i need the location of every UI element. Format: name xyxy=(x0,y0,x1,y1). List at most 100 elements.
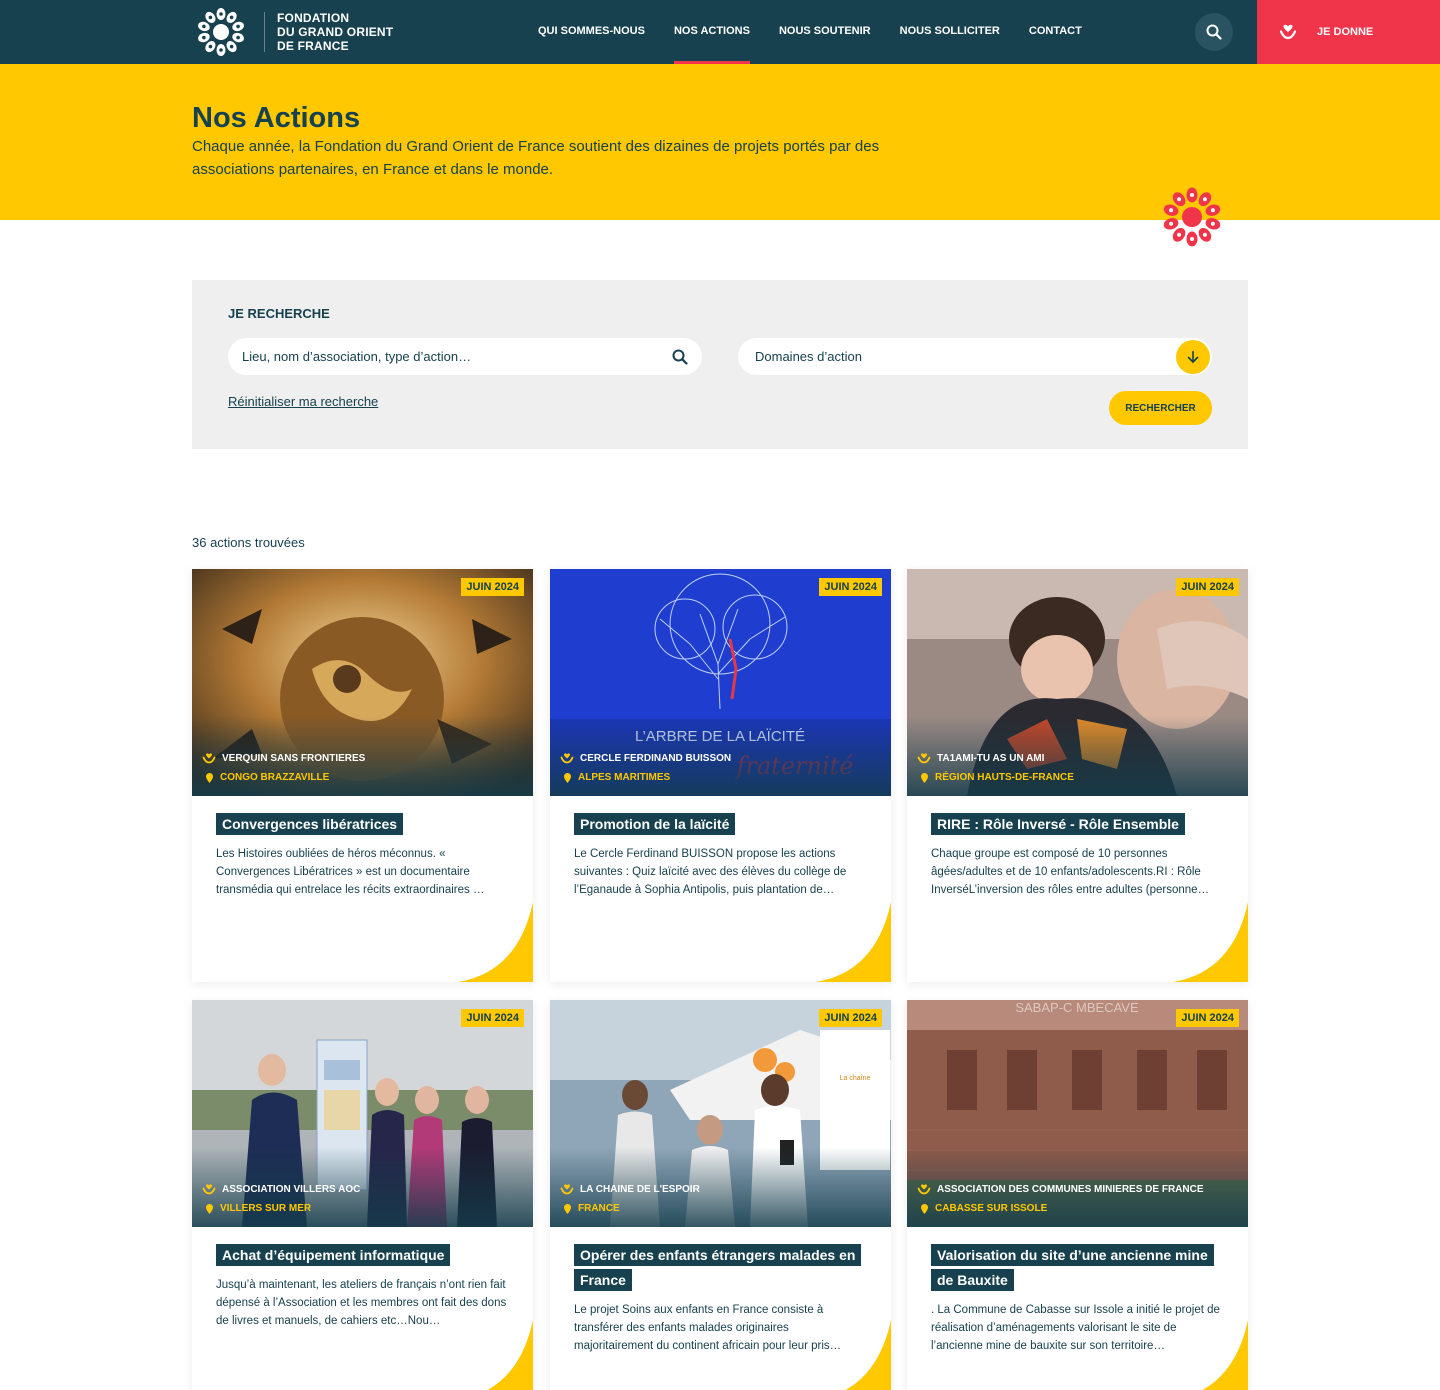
search-field xyxy=(228,338,702,375)
card-association: TA1AMI-TU AS UN AMI xyxy=(917,752,1044,764)
page-intro: Chaque année, la Fondation du Grand Orie… xyxy=(192,138,880,178)
domains-select[interactable]: Domaines d’action xyxy=(738,338,1212,375)
card-image: La chaîne JUIN 2024 LA CHAINE DE L'ESPOI… xyxy=(550,1000,891,1227)
card-location-name: CABASSE SUR ISSOLE xyxy=(935,1203,1048,1214)
card-title[interactable]: RIRE : Rôle Inversé - Rôle Ensemble xyxy=(931,813,1185,835)
card-location: FRANCE xyxy=(564,1203,620,1214)
card-excerpt: Le Cercle Ferdinand BUISSON propose les … xyxy=(574,848,847,896)
search-panel: JE RECHERCHE Domaines d’action Réinitial… xyxy=(192,280,1248,449)
action-card[interactable]: JUIN 2024 VERQUIN SANS FRONTIERES CONGO … xyxy=(192,569,533,982)
arrow-down-icon[interactable] xyxy=(1176,339,1210,374)
card-association-name: ASSOCIATION DES COMMUNES MINIERES DE FRA… xyxy=(937,1183,1204,1195)
card-association: ASSOCIATION DES COMMUNES MINIERES DE FRA… xyxy=(917,1183,1204,1195)
search-input[interactable] xyxy=(242,349,672,364)
card-body: Promotion de la laïcité Le Cercle Ferdin… xyxy=(550,796,891,899)
action-card[interactable]: SABAP-C MBECAVE JUIN 2024 ASSOCIATION DE… xyxy=(907,1000,1248,1390)
card-location: VILLERS SUR MER xyxy=(206,1203,311,1214)
card-association-name: ASSOCIATION VILLERS AOC xyxy=(222,1183,361,1195)
card-corner-decoration xyxy=(845,1320,891,1390)
card-title[interactable]: Valorisation du site d’une ancienne mine… xyxy=(931,1244,1214,1291)
search-panel-title: JE RECHERCHE xyxy=(228,306,330,321)
card-corner-decoration xyxy=(487,1320,533,1390)
nav-item-nous-soutenir[interactable]: NOUS SOUTENIR xyxy=(779,0,871,64)
card-corner-decoration xyxy=(458,902,533,982)
card-association: LA CHAINE DE L'ESPOIR xyxy=(560,1183,700,1195)
main-nav: QUI SOMMES-NOUS NOS ACTIONS NOUS SOUTENI… xyxy=(538,0,1111,64)
logo-divider xyxy=(264,12,265,52)
card-association-name: CERCLE FERDINAND BUISSON xyxy=(580,752,732,764)
map-pin-icon xyxy=(564,1203,571,1214)
card-excerpt: Chaque groupe est composé de 10 personne… xyxy=(931,848,1210,896)
card-title[interactable]: Achat d’équipement informatique xyxy=(216,1244,451,1266)
card-title[interactable]: Opérer des enfants étrangers malades en … xyxy=(574,1244,862,1291)
search-icon[interactable] xyxy=(672,349,688,365)
card-title[interactable]: Promotion de la laïcité xyxy=(574,813,736,835)
action-card[interactable]: La chaîne JUIN 2024 LA CHAINE DE L'ESPOI… xyxy=(550,1000,891,1390)
heart-hand-icon xyxy=(917,1184,931,1195)
map-pin-icon xyxy=(206,772,213,783)
card-corner-decoration xyxy=(1202,1320,1248,1390)
header-search-button[interactable] xyxy=(1195,13,1233,51)
logo-line: DE FRANCE xyxy=(277,39,349,53)
map-pin-icon xyxy=(564,772,571,783)
card-excerpt: Les Histoires oubliées de héros méconnus… xyxy=(216,848,485,896)
reset-search-link[interactable]: Réinitialiser ma recherche xyxy=(228,394,378,409)
card-location-name: FRANCE xyxy=(578,1203,620,1214)
logo-text: FONDATION DU GRAND ORIENT DE FRANCE xyxy=(277,11,407,53)
date-badge: JUIN 2024 xyxy=(461,1009,524,1027)
donate-button[interactable]: JE DONNE xyxy=(1257,0,1440,64)
card-association: VERQUIN SANS FRONTIERES xyxy=(202,752,365,764)
results-count: 36 actions trouvées xyxy=(192,535,305,550)
card-image: JUIN 2024 TA1AMI-TU AS UN AMI RÉGION HAU… xyxy=(907,569,1248,796)
card-image: JUIN 2024 ASSOCIATION VILLERS AOC VILLER… xyxy=(192,1000,533,1227)
action-card[interactable]: L’ARBRE DE LA LAÏCITÉ fraternité JUIN 20… xyxy=(550,569,891,982)
card-location: CABASSE SUR ISSOLE xyxy=(921,1203,1047,1214)
card-image: L’ARBRE DE LA LAÏCITÉ fraternité JUIN 20… xyxy=(550,569,891,796)
site-logo[interactable]: FONDATION DU GRAND ORIENT DE FRANCE xyxy=(192,4,407,60)
logo-line: DU GRAND ORIENT xyxy=(277,25,394,39)
heart-hand-icon xyxy=(202,1184,216,1195)
card-corner-decoration xyxy=(1173,902,1248,982)
card-association-name: LA CHAINE DE L'ESPOIR xyxy=(580,1183,700,1195)
logo-line: FONDATION xyxy=(277,11,350,25)
nav-item-contact[interactable]: CONTACT xyxy=(1029,0,1082,64)
date-badge: JUIN 2024 xyxy=(819,578,882,596)
card-location: ALPES MARITIMES xyxy=(564,772,670,783)
card-association: ASSOCIATION VILLERS AOC xyxy=(202,1183,360,1195)
heart-hand-icon xyxy=(560,753,574,764)
nav-item-nous-solliciter[interactable]: NOUS SOLLICITER xyxy=(900,0,1000,64)
card-body: Achat d’équipement informatique Jusqu’à … xyxy=(192,1227,533,1330)
card-location-name: ALPES MARITIMES xyxy=(578,772,671,783)
date-badge: JUIN 2024 xyxy=(1176,1009,1239,1027)
card-association-name: VERQUIN SANS FRONTIERES xyxy=(222,752,366,764)
date-badge: JUIN 2024 xyxy=(461,578,524,596)
svg-text:SABAP-C MBECAVE: SABAP-C MBECAVE xyxy=(1015,1000,1139,1015)
card-location-name: CONGO BRAZZAVILLE xyxy=(220,772,330,783)
map-pin-icon xyxy=(921,772,928,783)
card-location-name: VILLERS SUR MER xyxy=(220,1203,312,1214)
card-corner-decoration xyxy=(816,902,891,982)
donate-label: JE DONNE xyxy=(1317,26,1374,38)
page-title: Nos Actions xyxy=(192,102,361,134)
card-image: SABAP-C MBECAVE JUIN 2024 ASSOCIATION DE… xyxy=(907,1000,1248,1227)
search-submit-button[interactable]: RECHERCHER xyxy=(1109,391,1212,425)
card-body: Convergences libératrices Les Histoires … xyxy=(192,796,533,899)
card-location: CONGO BRAZZAVILLE xyxy=(206,772,329,783)
heart-hand-icon xyxy=(917,753,931,764)
action-card[interactable]: JUIN 2024 TA1AMI-TU AS UN AMI RÉGION HAU… xyxy=(907,569,1248,982)
card-association: CERCLE FERDINAND BUISSON xyxy=(560,752,731,764)
map-pin-icon xyxy=(206,1203,213,1214)
decorative-burst-icon xyxy=(1163,187,1221,247)
action-card[interactable]: JUIN 2024 ASSOCIATION VILLERS AOC VILLER… xyxy=(192,1000,533,1390)
card-body: RIRE : Rôle Inversé - Rôle Ensemble Chaq… xyxy=(907,796,1248,899)
heart-hand-icon xyxy=(1279,24,1297,40)
nav-item-qui-sommes-nous[interactable]: QUI SOMMES-NOUS xyxy=(538,0,645,64)
nav-item-nos-actions[interactable]: NOS ACTIONS xyxy=(673,0,750,64)
map-pin-icon xyxy=(921,1203,928,1214)
heart-hand-icon xyxy=(202,753,216,764)
date-badge: JUIN 2024 xyxy=(819,1009,882,1027)
card-title[interactable]: Convergences libératrices xyxy=(216,813,404,835)
card-association-name: TA1AMI-TU AS UN AMI xyxy=(937,752,1045,764)
card-location-name: RÉGION HAUTS-DE-FRANCE xyxy=(935,772,1074,783)
svg-text:La chaîne: La chaîne xyxy=(840,1075,871,1082)
